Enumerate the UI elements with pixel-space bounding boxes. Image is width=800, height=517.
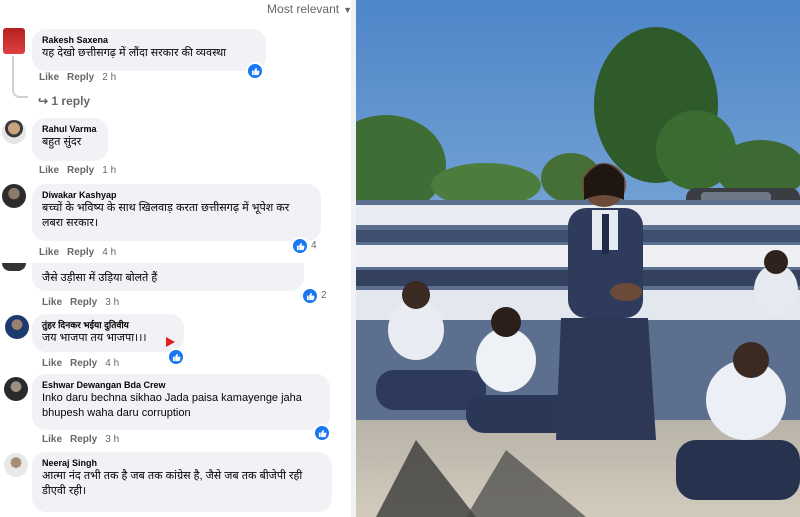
comment-text: जय भाजपा तय भाजपा।।। [42, 332, 147, 344]
comment-bubble: Eshwar Dewangan Bda Crew Inko daru bechn… [32, 374, 330, 430]
reply-arrow-icon: ↪ [38, 94, 52, 108]
reply-button[interactable]: Reply [67, 72, 94, 83]
like-reaction-icon[interactable] [313, 424, 331, 442]
comment-bubble: जैसे उड़ीसा में उड़िया बोलते हैं [32, 263, 304, 291]
timestamp[interactable]: 4 h [105, 358, 119, 369]
commenter-name[interactable]: Rakesh Saxena [42, 34, 256, 46]
thread-line [12, 56, 28, 98]
reply-button[interactable]: Reply [70, 297, 97, 308]
reply-button[interactable]: Reply [70, 434, 97, 445]
commenter-name[interactable]: Rahul Varma [42, 123, 98, 135]
comment-text: आत्मा नंद तभी तक है जब तक कांग्रेस है, ज… [42, 470, 303, 497]
commenter-name[interactable]: Neeraj Singh [42, 457, 322, 469]
view-replies-label: 1 reply [51, 94, 91, 108]
like-reaction-icon[interactable] [301, 287, 319, 305]
timestamp[interactable]: 1 h [102, 165, 116, 176]
timestamp[interactable]: 3 h [105, 434, 119, 445]
timestamp[interactable]: 2 h [102, 72, 116, 83]
comment-text: जैसे उड़ीसा में उड़िया बोलते हैं [42, 272, 158, 284]
like-reaction-icon[interactable] [246, 62, 264, 80]
like-button[interactable]: Like [39, 72, 59, 83]
commenter-name[interactable]: Eshwar Dewangan Bda Crew [42, 379, 320, 391]
like-button[interactable]: Like [42, 358, 62, 369]
like-button[interactable]: Like [42, 297, 62, 308]
avatar[interactable] [2, 263, 26, 271]
like-button[interactable]: Like [39, 247, 59, 258]
like-button[interactable]: Like [39, 165, 59, 176]
sort-dropdown[interactable]: Most relevant ▼ [267, 2, 352, 16]
reply-button[interactable]: Reply [70, 358, 97, 369]
commenter-name[interactable]: तुंहर दिनकर भईया दुतिवीय [42, 319, 174, 331]
avatar[interactable] [4, 453, 28, 477]
like-reaction-icon[interactable] [291, 237, 309, 255]
avatar[interactable] [3, 28, 25, 54]
reply-button[interactable]: Reply [67, 165, 94, 176]
comment-text: बच्चों के भविष्य के साथ खिलवाड़ करता छत्… [42, 202, 290, 229]
sort-label: Most relevant [267, 2, 340, 16]
avatar[interactable] [4, 377, 28, 401]
avatar[interactable] [2, 120, 26, 144]
comments-panel: Most relevant ▼ Rakesh Saxena यह देखो छत्… [0, 0, 356, 517]
commenter-name[interactable]: Diwakar Kashyap [42, 189, 311, 201]
comment-bubble: Rakesh Saxena यह देखो छत्तीसगढ़ में लौंद… [32, 29, 266, 71]
reply-button[interactable]: Reply [67, 247, 94, 258]
comment-bubble: Neeraj Singh आत्मा नंद तभी तक है जब तक क… [32, 452, 332, 512]
like-reaction-icon[interactable] [167, 348, 185, 366]
timestamp[interactable]: 3 h [105, 297, 119, 308]
comment-text: यह देखो छत्तीसगढ़ में लौंदा सरकार की व्य… [42, 47, 227, 59]
comment-bubble: Rahul Varma बहुत सुंदर [32, 118, 108, 161]
protest-photo [356, 0, 800, 517]
red-flag-icon [166, 337, 175, 347]
comment-text: Inko daru bechna sikhao Jada paisa kamay… [42, 392, 302, 419]
avatar[interactable] [2, 184, 26, 208]
comment-bubble: तुंहर दिनकर भईया दुतिवीय जय भाजपा तय भाज… [32, 314, 184, 352]
like-button[interactable]: Like [42, 434, 62, 445]
timestamp[interactable]: 4 h [102, 247, 116, 258]
reaction-count[interactable]: 4 [311, 240, 317, 251]
photo-illustration [356, 0, 800, 517]
reaction-count[interactable]: 2 [321, 290, 327, 301]
comment-text: बहुत सुंदर [42, 136, 82, 148]
view-replies-link[interactable]: ↪ 1 reply [38, 94, 90, 108]
comment-bubble: Diwakar Kashyap बच्चों के भविष्य के साथ … [32, 184, 321, 241]
avatar[interactable] [5, 315, 29, 339]
